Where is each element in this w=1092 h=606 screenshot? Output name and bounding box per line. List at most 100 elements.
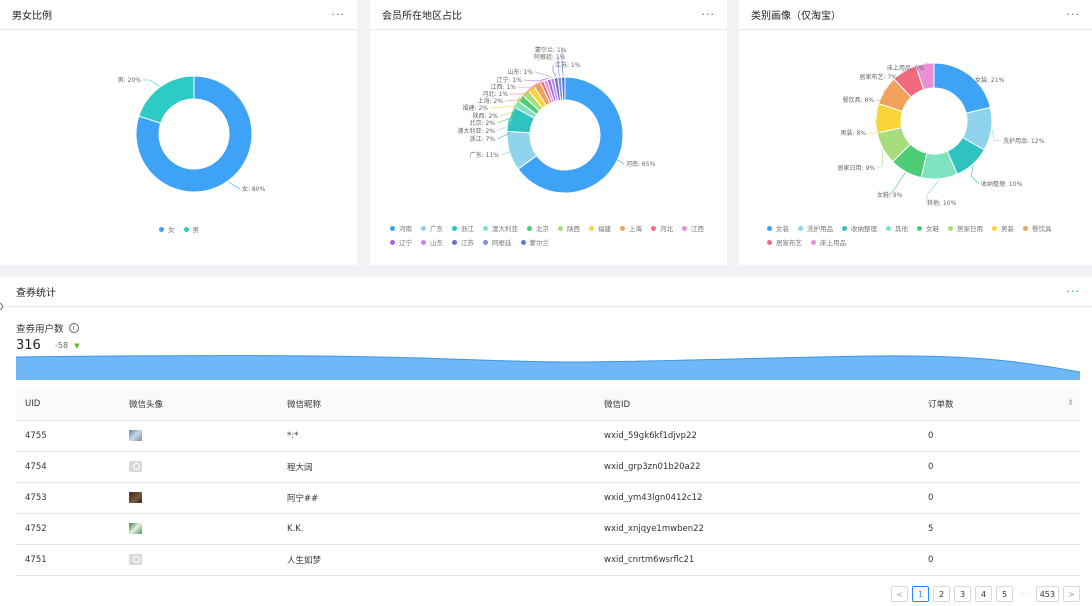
cell-avatar (120, 513, 278, 545)
stats-more-button[interactable]: ··· (1067, 285, 1081, 298)
legend-item[interactable]: 陕西 (558, 223, 580, 233)
page-5-button[interactable]: 5 (996, 586, 1014, 602)
page-1-button[interactable]: 1 (912, 586, 930, 602)
legend-dot-icon (421, 239, 426, 245)
legend-item[interactable]: 居家日用 (948, 223, 983, 233)
metric-delta: -58 ▼ (55, 341, 79, 350)
legend-dot-icon (390, 239, 395, 245)
cell-avatar (120, 544, 278, 576)
cell-avatar (120, 451, 278, 483)
last-page-button[interactable]: 453 (1035, 586, 1059, 602)
legend-item[interactable]: 女鞋 (917, 223, 939, 233)
legend-item[interactable]: 河北 (651, 223, 673, 233)
table-row[interactable]: 4755 *:* wxid_59gk6kf1djvp22 0 (16, 420, 1080, 452)
sort-icon[interactable]: ⬍ (1067, 398, 1074, 407)
info-icon[interactable]: i (68, 323, 79, 333)
cell-nickname: 人生如梦 (278, 544, 595, 576)
legend-item[interactable]: 山东 (421, 237, 443, 247)
legend-item[interactable]: 床上用品 (811, 237, 846, 247)
cell-uid: 4753 (16, 482, 120, 514)
legend-dot-icon (682, 225, 687, 231)
col-orders[interactable]: 订单数 ⬍ (919, 389, 1080, 421)
cell-wxid: wxid_xnjqye1mwben22 (595, 513, 919, 545)
legend-label: 江苏 (461, 239, 474, 247)
gender-card-title: 男女比例 (12, 11, 52, 22)
legend-dot-icon (767, 225, 772, 231)
col-avatar[interactable]: 微信头像 (120, 389, 278, 421)
pagination: < 1 2 3 4 5 ··· 453 > (891, 586, 1080, 602)
slice-label: 床上用品: 5% (887, 64, 925, 72)
legend-label: 辽宁 (399, 239, 412, 247)
legend-label: 澳大利亚 (492, 225, 518, 233)
legend-item[interactable]: 澳大利亚 (483, 223, 518, 233)
region-more-button[interactable]: ··· (702, 8, 716, 21)
legend-item[interactable]: 收纳整理 (842, 223, 877, 233)
legend-item[interactable]: 男装 (992, 223, 1014, 233)
legend-item[interactable]: 广东 (421, 223, 443, 233)
col-nickname[interactable]: 微信昵称 (278, 389, 595, 421)
legend-dot-icon (1023, 225, 1028, 231)
table-row[interactable]: 4753 阿宁## wxid_ym43lgn0412c12 0 (16, 482, 1080, 514)
legend-item[interactable]: 福建 (589, 223, 611, 233)
page-ellipsis[interactable]: ··· (1017, 590, 1032, 599)
coupon-user-table: UID 微信头像 微信昵称 微信ID 订单数 ⬍ 4755 *:* wxid_59gk… (16, 389, 1080, 576)
legend-label: 广东 (430, 225, 443, 233)
col-wxid[interactable]: 微信ID (595, 389, 919, 421)
slice-label: 餐饮具: 8% (843, 96, 875, 104)
table-row[interactable]: 4754 程大阔 wxid_grp3zn01b20a22 0 (16, 451, 1080, 483)
legend-label: 上海 (629, 225, 642, 233)
legend-item[interactable]: 居家布艺 (767, 237, 802, 247)
donut-slice[interactable] (933, 62, 991, 114)
legend-item[interactable]: 河南 (390, 223, 412, 233)
table-row[interactable]: 4751 人生如梦 wxid_cnrtm6wsrflc21 0 (16, 544, 1080, 576)
label-leader-line (970, 164, 980, 185)
slice-label: 男: 20% (118, 77, 142, 84)
legend-item[interactable]: 女装 (767, 223, 789, 233)
legend-item[interactable]: 男 (183, 224, 199, 234)
legend-label: 居家布艺 (776, 239, 802, 247)
legend-item[interactable]: 江西 (682, 223, 704, 233)
legend-item[interactable]: 女 (159, 224, 175, 234)
legend-dot-icon (159, 226, 164, 232)
legend-item[interactable]: 浙江 (452, 223, 474, 233)
prev-page-button[interactable]: < (891, 586, 909, 602)
legend-dot-icon (767, 239, 772, 245)
slice-label: 陕西: 2% (473, 112, 499, 120)
legend-item[interactable]: 餐饮具 (1023, 223, 1052, 233)
legend-item[interactable]: 洗护用品 (798, 223, 833, 233)
legend-item[interactable]: 江苏 (452, 237, 474, 247)
slice-label: 洗护用品: 12% (1003, 137, 1045, 145)
legend-label: 蒙尔兰 (529, 239, 550, 247)
legend-item[interactable]: 蒙尔兰 (520, 237, 550, 247)
gender-ratio-card: 男女比例 ··· 女: 80% 男: 20% 女男 (0, 0, 357, 265)
slice-label: 山东: 1% (508, 68, 534, 76)
legend-label: 北京 (536, 225, 549, 233)
next-page-button[interactable]: > (1063, 586, 1080, 602)
page-3-button[interactable]: 3 (954, 586, 972, 602)
table-body: 4755 *:* wxid_59gk6kf1djvp22 0 4754 程大阔 wxid_g… (16, 420, 1080, 576)
cell-uid: 4754 (16, 451, 120, 483)
legend-item[interactable]: 辽宁 (390, 237, 412, 247)
legend-label: 江西 (691, 225, 704, 233)
col-uid[interactable]: UID (16, 389, 120, 421)
donut-slice[interactable] (138, 75, 195, 124)
page-2-button[interactable]: 2 (933, 586, 951, 602)
legend-item[interactable]: 北京 (527, 223, 549, 233)
table-row[interactable]: 4752 K.K. wxid_xnjqye1mwben22 5 (16, 513, 1080, 545)
legend-dot-icon (421, 225, 426, 231)
cell-nickname: 程大阔 (278, 451, 595, 483)
legend-label: 洗护用品 (807, 225, 833, 233)
legend-item[interactable]: 其他 (886, 223, 908, 233)
category-donut-chart: 女装: 21% 洗护用品: 12% 收纳整理: 10% 其他: 10% 女鞋: 9% 居家… (838, 62, 1045, 207)
legend-item[interactable]: 上海 (620, 223, 642, 233)
slice-label: 居家布艺: 7% (860, 73, 898, 81)
gender-more-button[interactable]: ··· (332, 8, 346, 21)
legend-label: 床上用品 (820, 239, 846, 247)
slice-label: 女鞋: 9% (877, 191, 903, 199)
category-more-button[interactable]: ··· (1067, 8, 1081, 21)
legend-dot-icon (992, 225, 997, 231)
metric-label: 查券用户数 (16, 324, 64, 335)
page-4-button[interactable]: 4 (975, 586, 993, 602)
legend-item[interactable]: 阿根廷 (483, 237, 512, 247)
category-card-title: 类别画像（仅淘宝） (751, 11, 841, 22)
